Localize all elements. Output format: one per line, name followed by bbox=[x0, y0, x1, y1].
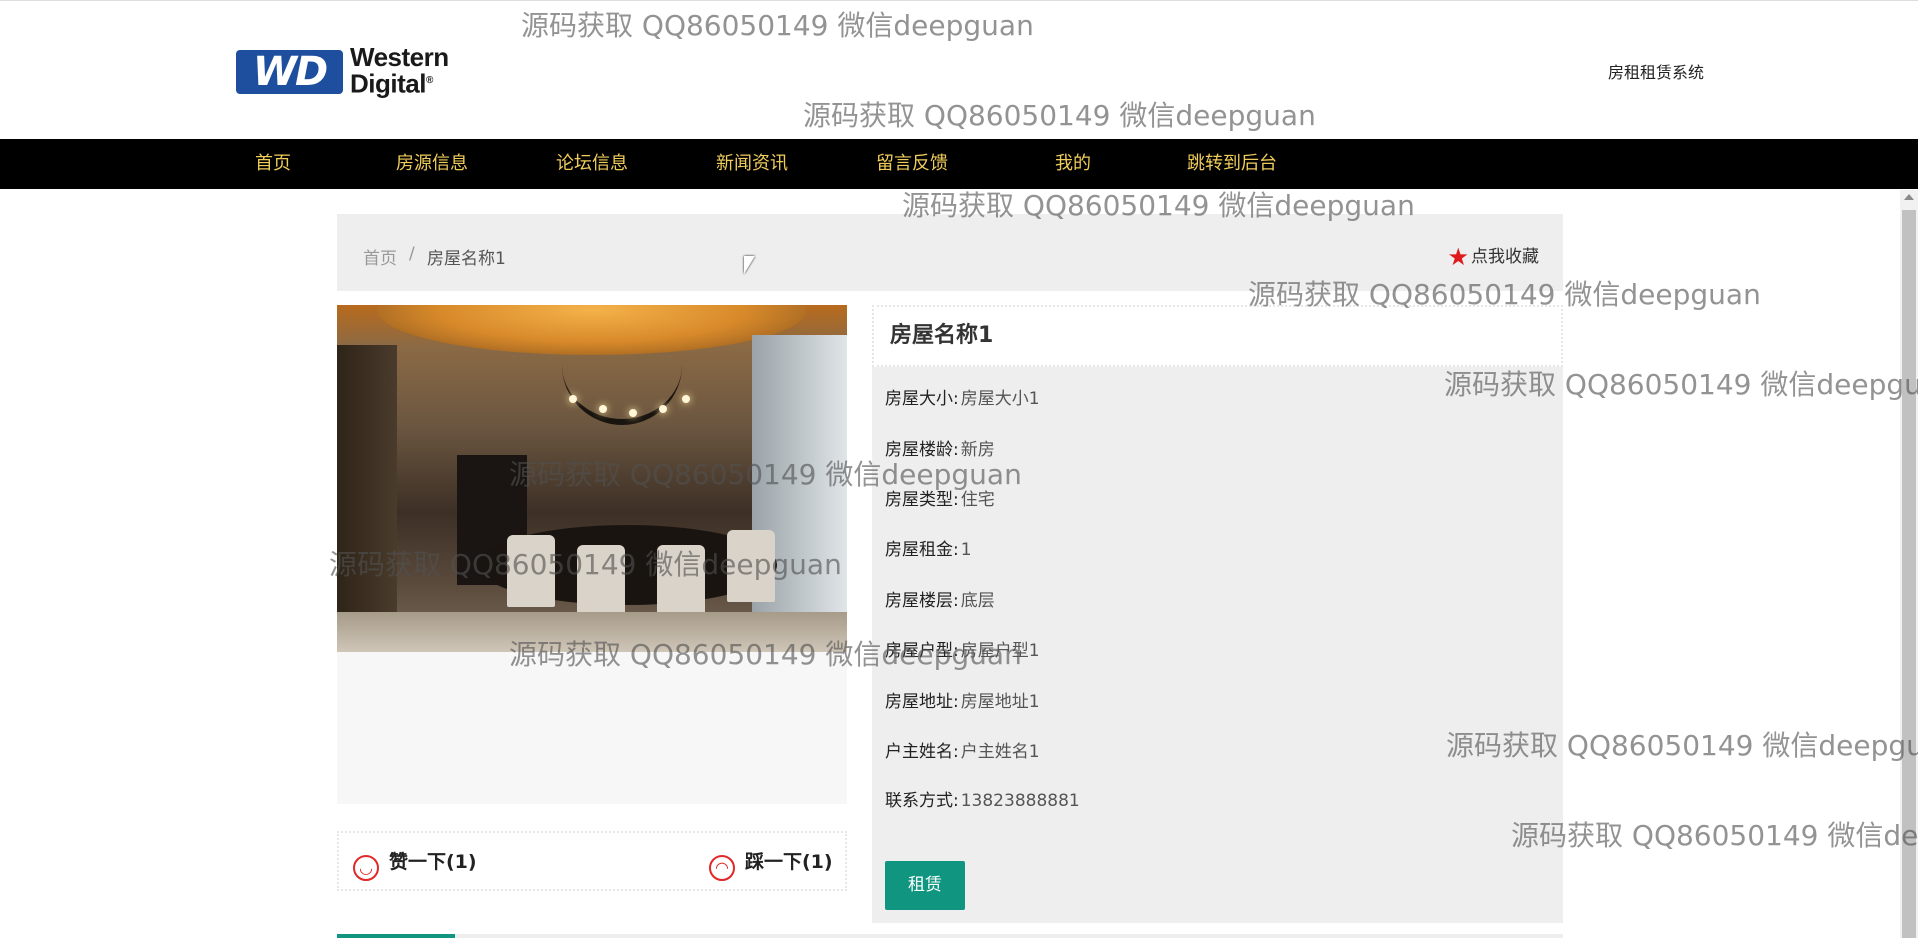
logo-badge: WD bbox=[236, 50, 343, 94]
breadcrumb-separator: / bbox=[409, 244, 415, 264]
photo-wall-left bbox=[337, 345, 397, 652]
field-contact: 联系方式: 13823888881 bbox=[885, 789, 1080, 813]
nav-item-forum[interactable]: 论坛信息 bbox=[556, 139, 628, 189]
smile-icon: ◡ bbox=[353, 855, 379, 881]
field-key: 房屋租金: bbox=[885, 540, 959, 560]
photo-chair bbox=[577, 545, 625, 617]
photo-light bbox=[599, 405, 607, 413]
photo-chair bbox=[507, 535, 555, 607]
header: WD Western Digital® 房租租赁系统 bbox=[0, 0, 1918, 139]
favorite-button[interactable]: ★ 点我收藏 bbox=[1447, 242, 1539, 271]
site-title: 房租租赁系统 bbox=[1608, 63, 1705, 82]
field-value: 房屋地址1 bbox=[960, 692, 1040, 712]
tab-strip bbox=[337, 934, 1563, 938]
star-icon: ★ bbox=[1447, 243, 1469, 271]
field-value: 底层 bbox=[960, 591, 995, 611]
tab-active-indicator[interactable] bbox=[337, 934, 455, 938]
scroll-up-arrow-icon[interactable] bbox=[1904, 194, 1914, 200]
field-rent: 房屋租金: 1 bbox=[885, 538, 972, 562]
field-key: 房屋户型: bbox=[885, 641, 959, 661]
breadcrumb: 首页 / 房屋名称1 ★ 点我收藏 bbox=[337, 214, 1563, 291]
field-key: 房屋地址: bbox=[885, 692, 959, 712]
logo-line-1: Western bbox=[350, 42, 449, 72]
scrollbar[interactable] bbox=[1900, 190, 1918, 938]
main-nav: 首页 房源信息 论坛信息 新闻资讯 留言反馈 我的 跳转到后台 bbox=[0, 139, 1918, 189]
dislike-label: 踩一下(1) bbox=[745, 851, 833, 873]
field-size: 房屋大小: 房屋大小1 bbox=[885, 387, 1040, 411]
watermark: 源码获取 QQ86050149 微信deepguan bbox=[1511, 819, 1918, 852]
field-address: 房屋地址: 房屋地址1 bbox=[885, 690, 1040, 714]
field-value: 户主姓名1 bbox=[960, 742, 1040, 762]
photo-light bbox=[569, 395, 577, 403]
nav-item-mine[interactable]: 我的 bbox=[1055, 139, 1091, 189]
field-key: 房屋大小: bbox=[885, 389, 959, 409]
field-key: 户主姓名: bbox=[885, 742, 959, 762]
photo-chair bbox=[727, 530, 775, 602]
field-key: 房屋类型: bbox=[885, 490, 959, 510]
photo-chandelier bbox=[562, 365, 682, 425]
nav-item-home[interactable]: 首页 bbox=[255, 139, 291, 189]
photo-light bbox=[682, 395, 690, 403]
field-value: 新房 bbox=[960, 440, 995, 460]
field-value: 13823888881 bbox=[960, 791, 1080, 811]
field-layout: 房屋户型: 房屋户型1 bbox=[885, 639, 1040, 663]
nav-item-listings[interactable]: 房源信息 bbox=[396, 139, 468, 189]
field-age: 房屋楼龄: 新房 bbox=[885, 438, 995, 462]
photo-ceiling bbox=[377, 305, 807, 355]
photo-light bbox=[659, 405, 667, 413]
field-key: 房屋楼层: bbox=[885, 591, 959, 611]
logo[interactable]: WD Western Digital® bbox=[236, 42, 472, 99]
photo-chair bbox=[657, 545, 705, 617]
field-value: 1 bbox=[960, 540, 972, 560]
house-detail: 房屋名称1 房屋大小: 房屋大小1 房屋楼龄: 新房 房屋类型: 住宅 房屋租金: 1 … bbox=[872, 305, 1563, 923]
nav-item-feedback[interactable]: 留言反馈 bbox=[876, 139, 948, 189]
breadcrumb-current: 房屋名称1 bbox=[427, 249, 506, 269]
image-gallery bbox=[337, 305, 847, 804]
field-owner: 户主姓名: 户主姓名1 bbox=[885, 740, 1040, 764]
frown-icon: ◠ bbox=[709, 855, 735, 881]
field-type: 房屋类型: 住宅 bbox=[885, 488, 995, 512]
nav-item-news[interactable]: 新闻资讯 bbox=[716, 139, 788, 189]
mouse-cursor-icon bbox=[744, 256, 755, 274]
photo-floor bbox=[337, 612, 847, 652]
field-value: 住宅 bbox=[960, 490, 995, 510]
house-title: 房屋名称1 bbox=[872, 305, 1563, 367]
field-key: 房屋楼龄: bbox=[885, 440, 959, 460]
logo-text: Western Digital® bbox=[350, 42, 449, 99]
breadcrumb-home[interactable]: 首页 bbox=[363, 244, 397, 269]
page: WD Western Digital® 房租租赁系统 首页 房源信息 论坛信息 … bbox=[0, 0, 1918, 938]
field-floor: 房屋楼层: 底层 bbox=[885, 589, 995, 613]
nav-item-admin[interactable]: 跳转到后台 bbox=[1187, 139, 1277, 189]
vote-bar: ◡ 赞一下(1) ◠ 踩一下(1) bbox=[337, 831, 847, 891]
field-value: 房屋户型1 bbox=[960, 641, 1040, 661]
rent-button[interactable]: 租赁 bbox=[885, 861, 965, 910]
house-photo[interactable] bbox=[337, 305, 847, 652]
logo-line-2: Digital® bbox=[350, 68, 433, 99]
photo-wall-right bbox=[752, 335, 847, 652]
main-content: 首页 / 房屋名称1 ★ 点我收藏 ◡ 赞一下(1) ◠ 踩一下(1) 房屋名称… bbox=[337, 214, 1563, 938]
like-label: 赞一下(1) bbox=[389, 851, 477, 873]
scroll-thumb[interactable] bbox=[1902, 210, 1916, 938]
dislike-button[interactable]: ◠ 踩一下(1) bbox=[709, 847, 833, 881]
field-value: 房屋大小1 bbox=[960, 389, 1040, 409]
favorite-label: 点我收藏 bbox=[1471, 247, 1539, 267]
like-button[interactable]: ◡ 赞一下(1) bbox=[353, 847, 477, 881]
photo-light bbox=[629, 409, 637, 417]
field-key: 联系方式: bbox=[885, 791, 959, 811]
